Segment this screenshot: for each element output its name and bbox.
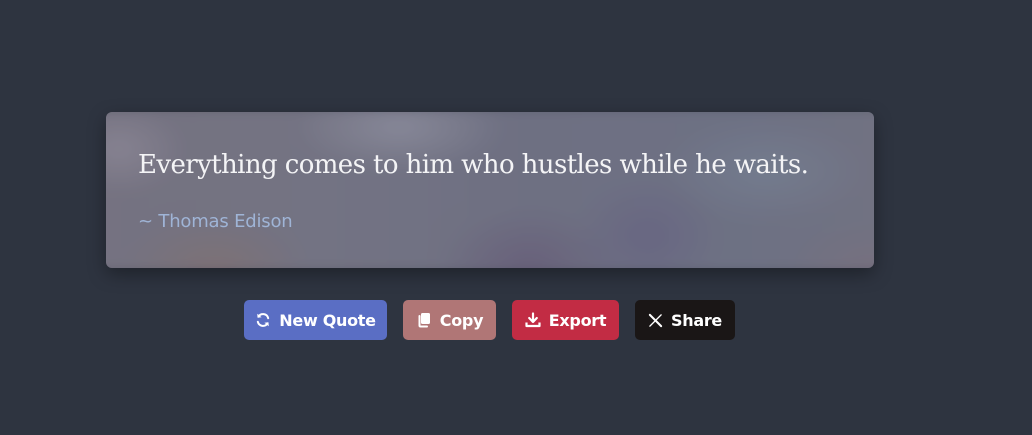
quote-card: Everything comes to him who hustles whil… — [106, 112, 874, 268]
copy-button[interactable]: Copy — [403, 300, 496, 340]
share-button[interactable]: Share — [635, 300, 735, 340]
copy-icon — [416, 312, 432, 328]
export-button[interactable]: Export — [512, 300, 619, 340]
new-quote-button[interactable]: New Quote — [244, 300, 387, 340]
copy-label: Copy — [439, 310, 484, 330]
quote-author: ~ Thomas Edison — [138, 211, 293, 232]
quote-text: Everything comes to him who hustles whil… — [138, 150, 809, 180]
refresh-icon — [255, 312, 271, 328]
export-label: Export — [548, 310, 607, 330]
download-icon — [525, 312, 541, 328]
page: Everything comes to him who hustles whil… — [0, 0, 1032, 435]
x-logo-icon — [648, 313, 663, 328]
action-bar: New Quote Copy Export Share — [0, 300, 1032, 340]
new-quote-label: New Quote — [279, 310, 376, 330]
share-label: Share — [671, 310, 722, 330]
card-overlay — [106, 112, 874, 268]
